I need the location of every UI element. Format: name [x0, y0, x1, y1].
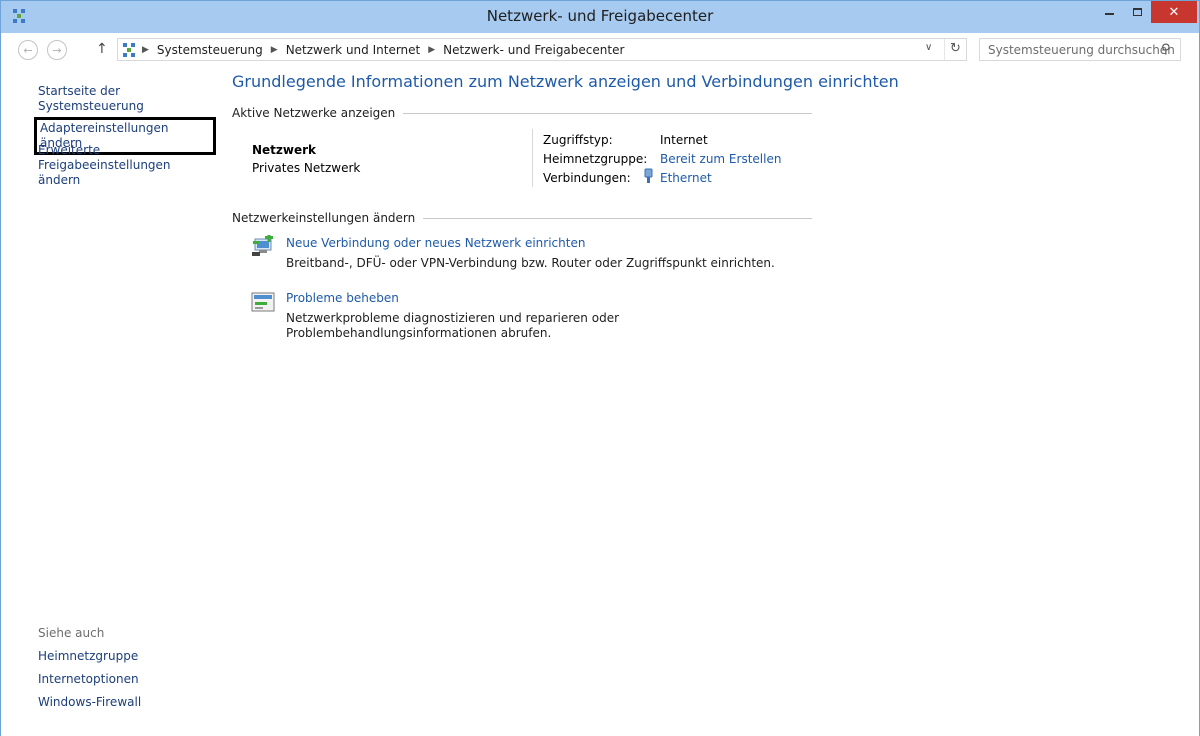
divider — [532, 129, 533, 187]
navigation-bar: ← → ↑ ▶ Systemsteuerung ▶ Netzwerk und I… — [1, 33, 1199, 67]
troubleshoot-link[interactable]: Probleme beheben — [286, 291, 399, 305]
ethernet-icon — [644, 168, 653, 183]
connections-label: Verbindungen: — [543, 171, 631, 185]
back-arrow-icon: ← — [23, 43, 33, 57]
status-bar — [1, 727, 1199, 736]
breadcrumb: ▶ Systemsteuerung ▶ Netzwerk und Interne… — [142, 43, 624, 57]
control-panel-home-link[interactable]: Startseite der Systemsteuerung — [38, 84, 216, 114]
close-button[interactable]: ✕ — [1151, 1, 1197, 23]
advanced-sharing-line2: Freigabeeinstellungen ändern — [38, 158, 171, 187]
advanced-sharing-settings-link[interactable]: Erweiterte Freigabeeinstellungen ändern — [38, 143, 216, 188]
heading-rule — [403, 112, 812, 114]
refresh-button[interactable]: ↻ — [944, 39, 966, 60]
search-icon[interactable]: ⚲ — [1161, 42, 1171, 57]
troubleshoot-icon — [251, 292, 275, 312]
window-title: Netzwerk- und Freigabecenter — [486, 7, 714, 25]
breadcrumb-freigabecenter[interactable]: Netzwerk- und Freigabecenter — [443, 43, 624, 57]
up-arrow-icon: ↑ — [96, 41, 108, 57]
maximize-icon — [1132, 8, 1142, 16]
control-panel-icon — [123, 43, 135, 57]
breadcrumb-netzwerk-und-internet[interactable]: Netzwerk und Internet — [286, 43, 421, 57]
address-bar[interactable]: ▶ Systemsteuerung ▶ Netzwerk und Interne… — [117, 38, 967, 61]
heading-rule — [423, 217, 812, 219]
page-title: Grundlegende Informationen zum Netzwerk … — [232, 72, 899, 91]
breadcrumb-separator-icon[interactable]: ▶ — [142, 45, 149, 55]
left-pane: Startseite der Systemsteuerung Adapterei… — [1, 67, 216, 727]
windows-firewall-link[interactable]: Windows-Firewall — [38, 695, 141, 710]
new-connection-description: Breitband-, DFÜ- oder VPN-Verbindung bzw… — [286, 256, 775, 270]
maximize-button[interactable] — [1124, 1, 1150, 23]
internet-options-link[interactable]: Internetoptionen — [38, 672, 139, 687]
close-icon: ✕ — [1168, 4, 1180, 20]
homegroup-label: Heimnetzgruppe: — [543, 152, 648, 166]
up-button[interactable]: ↑ — [96, 41, 108, 57]
change-settings-heading: Netzwerkeinstellungen ändern — [232, 211, 812, 225]
network-name: Netzwerk — [252, 143, 317, 157]
access-type-value: Internet — [660, 133, 708, 147]
active-networks-heading-text: Aktive Netzwerke anzeigen — [232, 106, 396, 120]
minimize-button[interactable] — [1094, 1, 1124, 23]
see-also-heading: Siehe auch — [38, 626, 105, 640]
advanced-sharing-line1: Erweiterte — [38, 143, 101, 157]
new-connection-icon — [252, 235, 273, 256]
troubleshoot-description: Netzwerkprobleme diagnostizieren und rep… — [286, 311, 620, 340]
refresh-icon: ↻ — [950, 41, 961, 56]
network-type[interactable]: Privates Netzwerk — [252, 161, 360, 175]
breadcrumb-separator-icon[interactable]: ▶ — [271, 45, 278, 55]
active-networks-heading: Aktive Netzwerke anzeigen — [232, 106, 812, 120]
breadcrumb-separator-icon[interactable]: ▶ — [428, 45, 435, 55]
ethernet-connection-link[interactable]: Ethernet — [660, 171, 712, 185]
search-input[interactable]: Systemsteuerung durchsuchen ⚲ — [979, 38, 1181, 61]
change-settings-heading-text: Netzwerkeinstellungen ändern — [232, 211, 416, 225]
address-dropdown-icon[interactable]: ∨ — [925, 42, 932, 53]
forward-button[interactable]: → — [47, 40, 67, 60]
search-placeholder: Systemsteuerung durchsuchen — [988, 43, 1175, 57]
minimize-icon — [1104, 13, 1114, 15]
main-content: Grundlegende Informationen zum Netzwerk … — [216, 67, 1199, 727]
breadcrumb-systemsteuerung[interactable]: Systemsteuerung — [157, 43, 263, 57]
access-type-label: Zugriffstyp: — [543, 133, 613, 147]
homegroup-link[interactable]: Heimnetzgruppe — [38, 649, 138, 664]
back-button[interactable]: ← — [18, 40, 38, 60]
forward-arrow-icon: → — [52, 43, 62, 57]
window: Netzwerk- und Freigabecenter ✕ ← → ↑ ▶ S… — [0, 0, 1200, 736]
title-bar[interactable]: Netzwerk- und Freigabecenter ✕ — [1, 1, 1199, 33]
new-connection-link[interactable]: Neue Verbindung oder neues Netzwerk einr… — [286, 236, 585, 250]
homegroup-status-link[interactable]: Bereit zum Erstellen — [660, 152, 781, 166]
